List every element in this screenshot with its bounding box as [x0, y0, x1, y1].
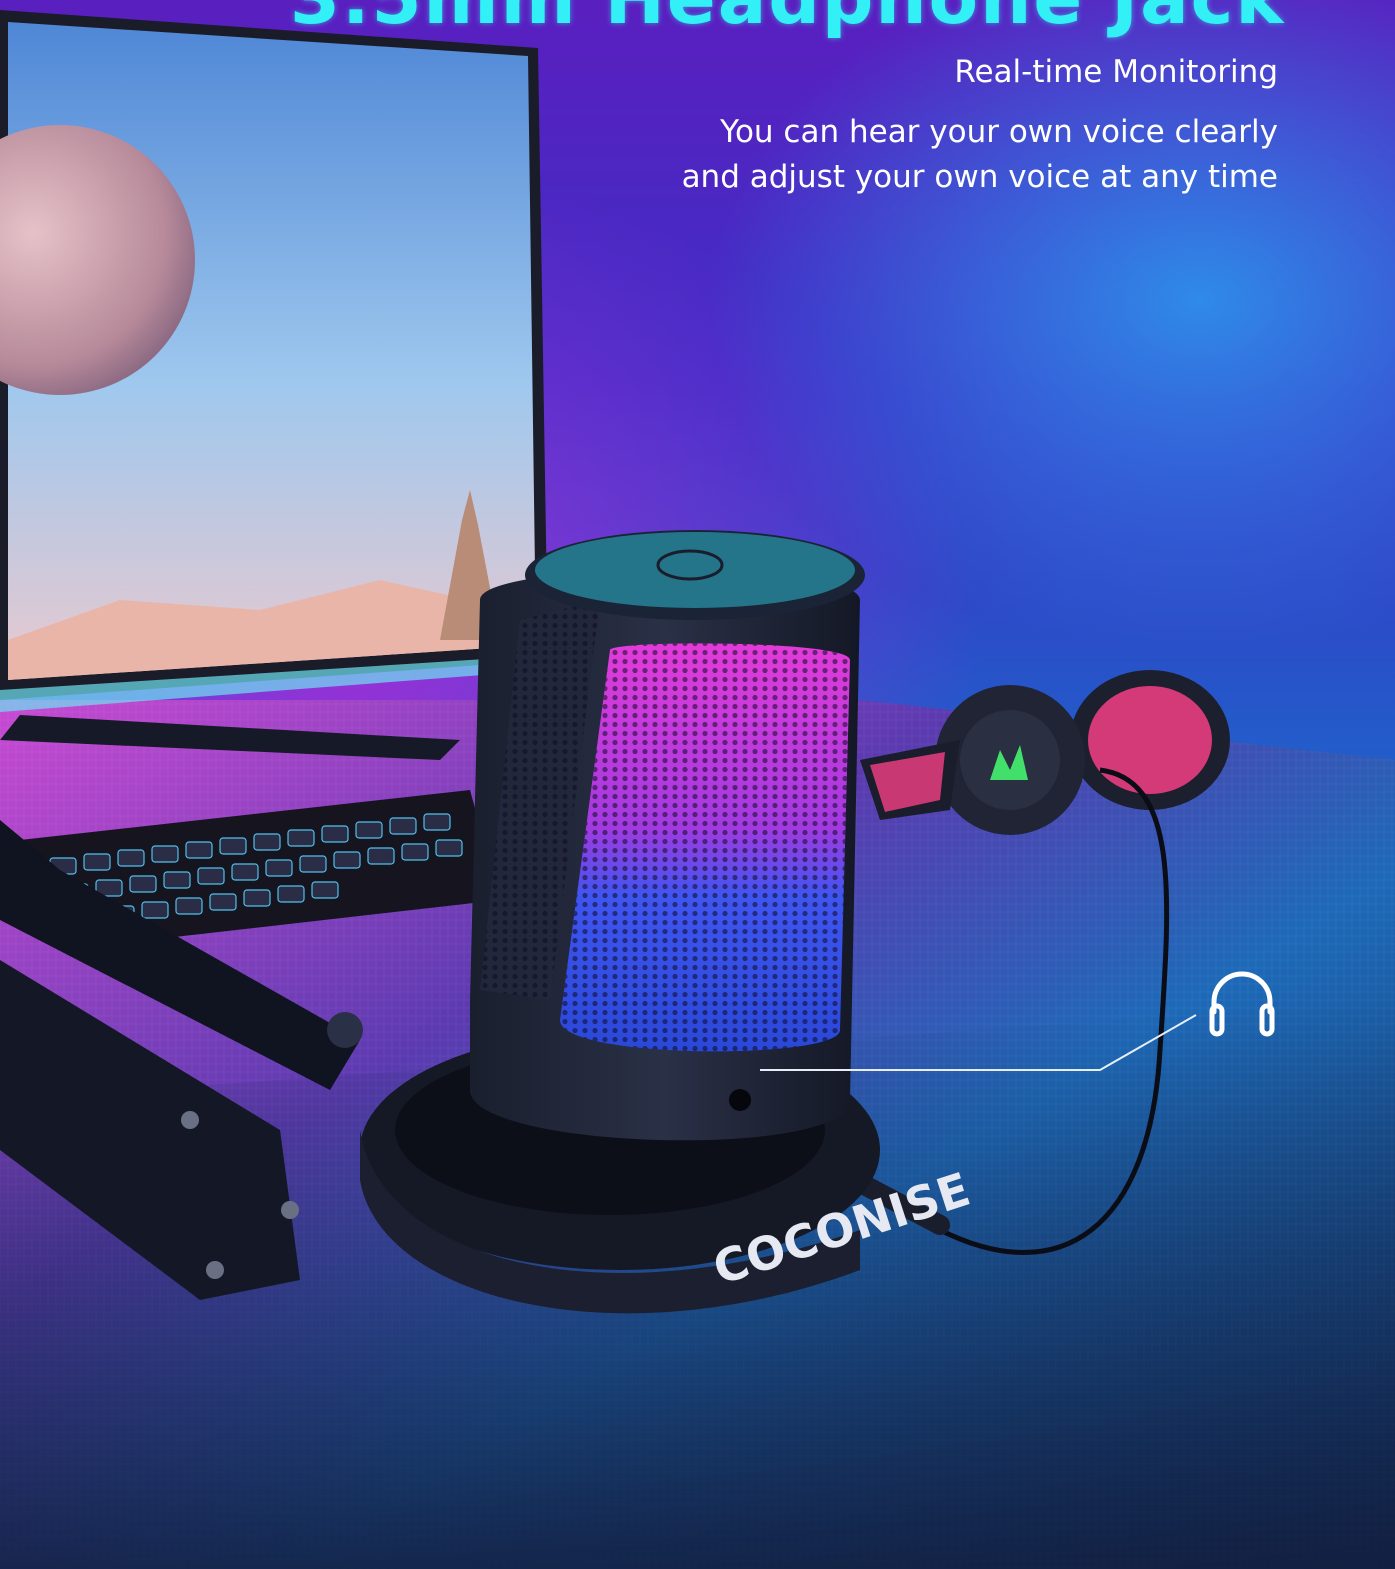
headline: 3.5mm Headphone Jack [290, 0, 1290, 40]
product-image: COCONISE 3.5mm Headphone Jack Real-time … [0, 0, 1395, 1569]
caption-line-1: You can hear your own voice clearly [720, 114, 1278, 150]
caption-title: Real-time Monitoring [954, 54, 1278, 90]
caption-body: You can hear your own voice clearly and … [682, 110, 1278, 200]
headphone-icon [1209, 971, 1275, 1037]
product-photo: COCONISE [0, 10, 1395, 1569]
caption-line-2: and adjust your own voice at any time [681, 159, 1278, 195]
